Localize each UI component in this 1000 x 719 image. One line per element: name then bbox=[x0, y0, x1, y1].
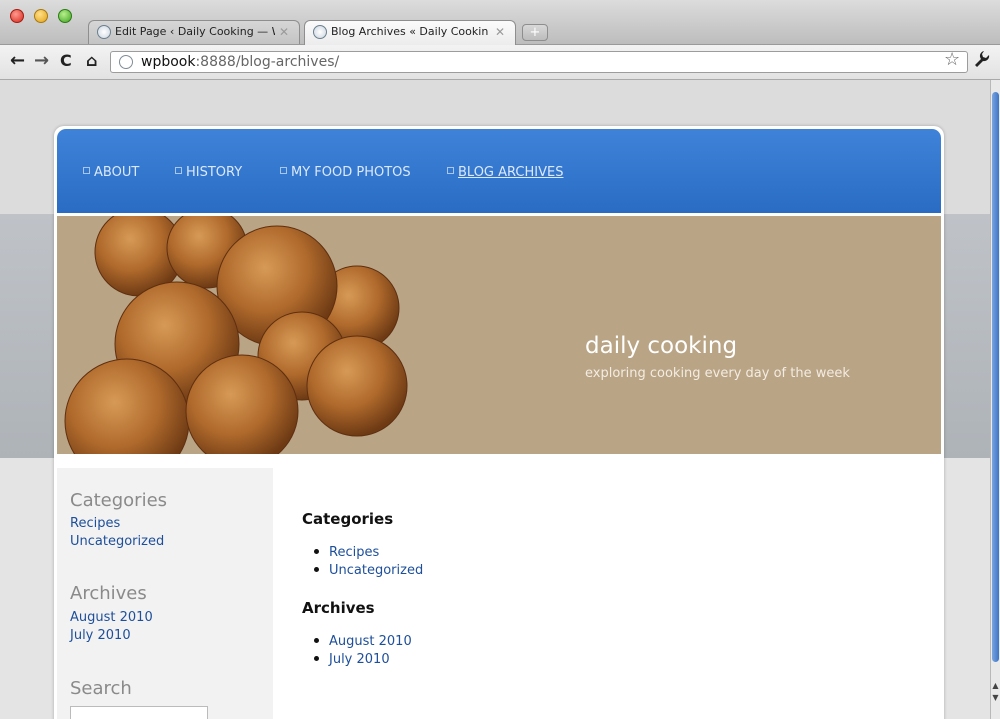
category-item-uncategorized[interactable]: Uncategorized bbox=[314, 563, 423, 578]
page-container: ABOUT HISTORY MY FOOD PHOTOS BLOG ARCHIV… bbox=[54, 126, 944, 719]
archive-label: August 2010 bbox=[329, 634, 412, 649]
nav-item-blog-archives[interactable]: BLOG ARCHIVES bbox=[447, 165, 563, 180]
wrench-menu-icon[interactable] bbox=[974, 50, 990, 73]
sidebar-link-uncategorized[interactable]: Uncategorized bbox=[70, 534, 164, 549]
tab-close-icon[interactable]: ✕ bbox=[495, 21, 505, 43]
browser-toolbar: ← → C ⌂ wpbook:8888/blog-archives/ ☆ bbox=[0, 45, 1000, 80]
scroll-down-icon[interactable]: ▼ bbox=[991, 692, 1000, 704]
bullet-icon bbox=[314, 638, 319, 643]
nav-bullet-icon bbox=[280, 167, 287, 174]
tab-label: Edit Page ‹ Daily Cooking — W bbox=[115, 25, 275, 38]
sidebar-archives-heading: Archives bbox=[70, 583, 147, 604]
address-bar[interactable]: wpbook:8888/blog-archives/ bbox=[110, 51, 968, 73]
url-path: :8888/blog-archives/ bbox=[195, 54, 340, 70]
bookmark-star-icon[interactable]: ☆ bbox=[944, 50, 960, 70]
globe-icon bbox=[119, 55, 133, 69]
tab-label: Blog Archives « Daily Cookin bbox=[331, 25, 489, 38]
window-zoom-button[interactable] bbox=[58, 9, 72, 23]
nav-item-history[interactable]: HISTORY bbox=[175, 165, 242, 180]
category-label: Uncategorized bbox=[329, 563, 424, 578]
nav-bullet-icon bbox=[447, 167, 454, 174]
forward-arrow-icon[interactable]: → bbox=[34, 51, 49, 71]
bullet-icon bbox=[314, 567, 319, 572]
nav-label: MY FOOD PHOTOS bbox=[291, 165, 411, 180]
window-close-button[interactable] bbox=[10, 9, 24, 23]
bullet-icon bbox=[314, 656, 319, 661]
scrollbar-thumb[interactable] bbox=[992, 92, 999, 662]
nav-bullet-icon bbox=[175, 167, 182, 174]
archives-heading: Archives bbox=[302, 599, 375, 617]
reload-icon[interactable]: C bbox=[60, 51, 72, 71]
sidebar-link-july-2010[interactable]: July 2010 bbox=[70, 628, 131, 643]
vertical-scrollbar[interactable]: ▲ ▼ bbox=[990, 80, 1000, 719]
category-label: Recipes bbox=[329, 545, 380, 560]
bullet-icon bbox=[314, 549, 319, 554]
nav-bullet-icon bbox=[83, 167, 90, 174]
url-text: wpbook:8888/blog-archives/ bbox=[141, 52, 339, 72]
categories-heading: Categories bbox=[302, 510, 394, 528]
page-viewport: ABOUT HISTORY MY FOOD PHOTOS BLOG ARCHIV… bbox=[0, 80, 990, 719]
archive-label: July 2010 bbox=[329, 652, 390, 667]
search-input[interactable] bbox=[70, 706, 208, 719]
sidebar-link-recipes[interactable]: Recipes bbox=[70, 516, 120, 531]
scroll-up-icon[interactable]: ▲ bbox=[991, 680, 1000, 692]
sidebar-search-heading: Search bbox=[70, 678, 132, 699]
nav-item-my-food-photos[interactable]: MY FOOD PHOTOS bbox=[280, 165, 411, 180]
site-title[interactable]: daily cooking bbox=[585, 333, 737, 359]
archive-item-august-2010[interactable]: August 2010 bbox=[314, 634, 412, 649]
nav-label: BLOG ARCHIVES bbox=[458, 165, 564, 180]
sidebar-link-august-2010[interactable]: August 2010 bbox=[70, 610, 153, 625]
muffins-image bbox=[64, 216, 408, 454]
new-tab-button[interactable]: + bbox=[522, 24, 548, 41]
nav-item-about[interactable]: ABOUT bbox=[83, 165, 139, 180]
sidebar: Categories Recipes Uncategorized Archive… bbox=[57, 468, 273, 719]
sidebar-categories-heading: Categories bbox=[70, 490, 168, 511]
back-arrow-icon[interactable]: ← bbox=[10, 51, 25, 71]
main-navigation: ABOUT HISTORY MY FOOD PHOTOS BLOG ARCHIV… bbox=[57, 129, 941, 213]
archive-item-july-2010[interactable]: July 2010 bbox=[314, 652, 390, 667]
wordpress-favicon-icon bbox=[97, 25, 111, 39]
nav-label: HISTORY bbox=[186, 165, 243, 180]
category-item-recipes[interactable]: Recipes bbox=[314, 545, 379, 560]
browser-tab-blog-archives[interactable]: Blog Archives « Daily Cookin ✕ bbox=[304, 20, 516, 45]
browser-tab-edit-page[interactable]: Edit Page ‹ Daily Cooking — W ✕ bbox=[88, 20, 300, 44]
window-minimize-button[interactable] bbox=[34, 9, 48, 23]
tab-close-icon[interactable]: ✕ bbox=[279, 21, 289, 43]
home-icon[interactable]: ⌂ bbox=[86, 51, 97, 71]
window-titlebar: Edit Page ‹ Daily Cooking — W ✕ Blog Arc… bbox=[0, 0, 1000, 45]
nav-label: ABOUT bbox=[94, 165, 140, 180]
site-header: daily cooking exploring cooking every da… bbox=[57, 216, 941, 454]
wordpress-favicon-icon bbox=[313, 25, 327, 39]
url-host: wpbook bbox=[141, 54, 196, 70]
site-description: exploring cooking every day of the week bbox=[585, 366, 850, 381]
